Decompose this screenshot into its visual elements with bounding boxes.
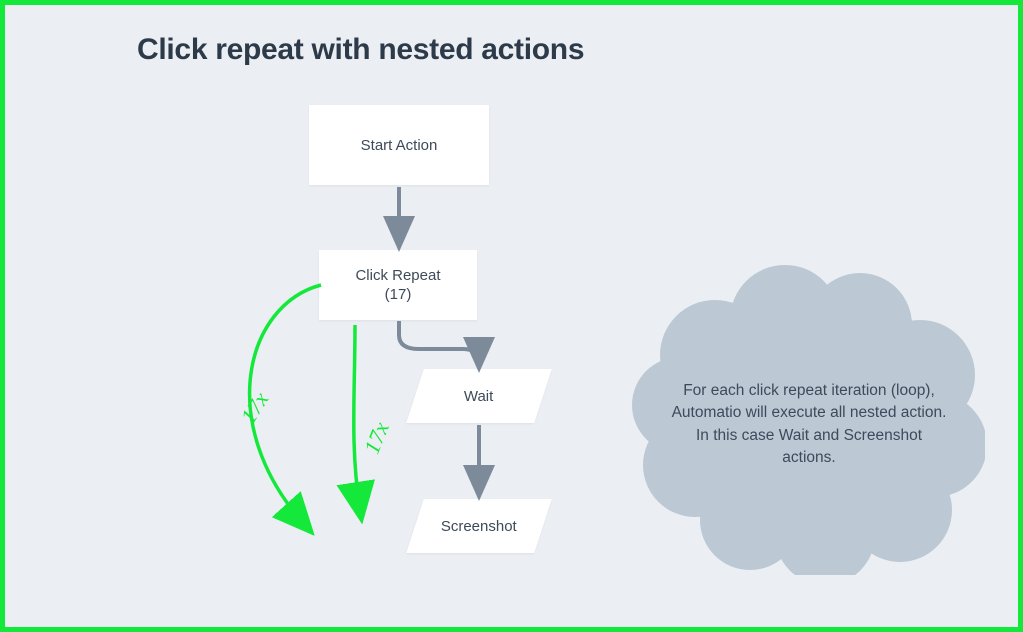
node-click-repeat: Click Repeat (17) [319, 250, 477, 320]
node-start-action: Start Action [309, 105, 489, 185]
node-click-label: Click Repeat (17) [355, 266, 440, 305]
node-start-label: Start Action [361, 137, 438, 154]
node-wait: Wait [406, 369, 552, 423]
annotation-loop-count-right: 17x [359, 418, 395, 457]
diagram-title: Click repeat with nested actions [137, 33, 584, 67]
callout-cloud: For each click repeat iteration (loop), … [625, 265, 985, 575]
click-repeat-count: (17) [385, 286, 412, 303]
click-repeat-text: Click Repeat [355, 267, 440, 284]
node-wait-label: Wait [464, 388, 493, 405]
annotation-loop-count-left: 17x [235, 388, 274, 429]
arrow-click-to-wait [399, 321, 479, 365]
callout-text: For each click repeat iteration (loop), … [669, 380, 949, 470]
loop-arrow-right [354, 325, 360, 510]
node-screenshot-label: Screenshot [441, 518, 517, 535]
node-screenshot: Screenshot [406, 499, 552, 553]
